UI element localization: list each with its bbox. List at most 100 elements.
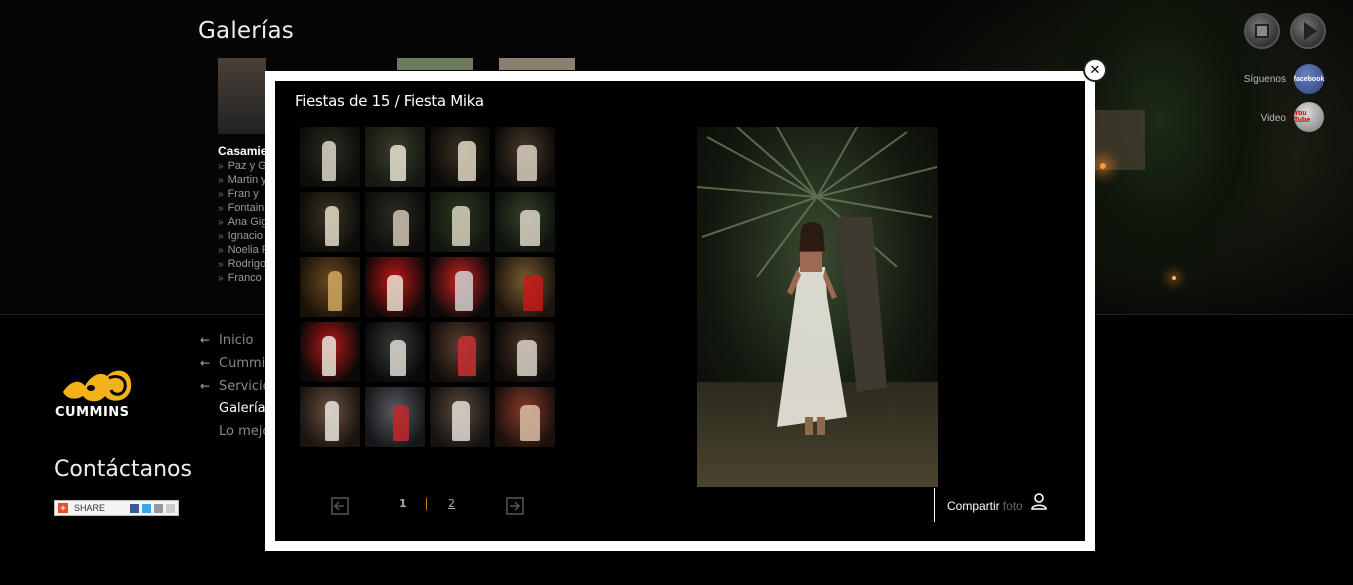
- category-item-label: Ignacio: [227, 230, 264, 242]
- thumbnail-figure: [523, 275, 543, 311]
- double-arrow-icon: »: [218, 259, 224, 270]
- nav-item-lo-mejor[interactable]: Lo mejo: [200, 422, 271, 445]
- play-icon: [1303, 22, 1317, 40]
- nav-item-label: Lo mejo: [219, 424, 271, 439]
- gallery-thumbnail[interactable]: [430, 257, 490, 317]
- stop-button[interactable]: [1244, 13, 1280, 49]
- video-label: Video: [1260, 113, 1286, 124]
- share-divider: [934, 488, 935, 522]
- thumbnail-figure: [458, 141, 476, 181]
- gallery-thumbnail[interactable]: [300, 257, 360, 317]
- category-item-label: Paz y G: [227, 160, 267, 172]
- gallery-thumbnail[interactable]: [430, 322, 490, 382]
- nav-item-cummins[interactable]: ← Cummi: [200, 353, 271, 376]
- category-item[interactable]: » Ignacio: [218, 229, 269, 243]
- thumbnail-figure: [390, 340, 406, 376]
- double-arrow-icon: »: [218, 189, 224, 200]
- gallery-thumbnail[interactable]: [430, 192, 490, 252]
- thumbnail-figure: [393, 210, 409, 246]
- double-arrow-icon: »: [218, 273, 224, 284]
- facebook-icon[interactable]: facebook: [1294, 64, 1324, 94]
- thumbnail-figure: [390, 145, 406, 181]
- nav-item-label: Galería: [219, 401, 266, 416]
- share-label: SHARE: [74, 503, 106, 513]
- play-button[interactable]: [1290, 13, 1326, 49]
- youtube-icon-text: You Tube: [1294, 110, 1311, 124]
- gallery-thumbnail[interactable]: [300, 322, 360, 382]
- gallery-thumbnail[interactable]: [300, 387, 360, 447]
- prev-page-icon[interactable]: [331, 497, 349, 515]
- page-current: 1: [399, 497, 407, 510]
- category-item-label: Martin y: [227, 174, 267, 186]
- thumbnail-figure: [325, 401, 339, 441]
- thumbnail-figure: [517, 340, 537, 376]
- thumbnail-figure: [452, 401, 470, 441]
- stop-icon: [1255, 24, 1269, 38]
- gallery-thumbnail[interactable]: [495, 127, 555, 187]
- category-item-label: Fontain: [227, 202, 265, 214]
- youtube-icon[interactable]: You Tube: [1294, 102, 1324, 132]
- gallery-thumbnail[interactable]: [430, 387, 490, 447]
- thumbnail-figure: [458, 336, 476, 376]
- gallery-thumbnail[interactable]: [495, 257, 555, 317]
- arrow-left-icon: ←: [200, 356, 211, 370]
- gallery-thumbnail[interactable]: [495, 192, 555, 252]
- gallery-thumb[interactable]: [218, 58, 266, 134]
- category-list: » Paz y G » Martin y » Fran y » Fontain » Ana…: [218, 159, 269, 285]
- nav-item-galeria[interactable]: Galería: [200, 399, 271, 422]
- category-item-label: Noelia F: [227, 244, 269, 256]
- gallery-thumb[interactable]: [397, 58, 473, 70]
- arrow-left-icon: ←: [200, 333, 211, 347]
- share-photo-button[interactable]: Compartir foto: [947, 499, 1023, 513]
- plus-icon: +: [58, 503, 68, 513]
- gallery-thumbnail[interactable]: [430, 127, 490, 187]
- gallery-thumbnail[interactable]: [365, 257, 425, 317]
- category-item[interactable]: » Fontain: [218, 201, 269, 215]
- arrow-left-icon: ←: [200, 379, 211, 393]
- main-photo: [697, 127, 938, 487]
- thumbnail-figure: [325, 206, 339, 246]
- thumbnail-figure: [520, 405, 540, 441]
- category-item[interactable]: » Noelia F: [218, 243, 269, 257]
- nav-item-label: Servicio: [219, 379, 271, 394]
- category-item[interactable]: » Ana Gig: [218, 215, 269, 229]
- page-link[interactable]: 2: [448, 497, 455, 510]
- thumbnail-figure: [393, 405, 409, 441]
- person-icon[interactable]: [1030, 492, 1048, 510]
- nav-item-inicio[interactable]: ← Inicio: [200, 330, 271, 353]
- category-item[interactable]: » Fran y: [218, 187, 269, 201]
- gallery-thumbnail[interactable]: [365, 322, 425, 382]
- contact-heading[interactable]: Contáctanos: [54, 457, 192, 482]
- gallery-thumb[interactable]: [499, 58, 575, 70]
- hero-wall: [1095, 110, 1145, 170]
- double-arrow-icon: »: [218, 217, 224, 228]
- gallery-thumbnail[interactable]: [365, 127, 425, 187]
- site-nav: ← Inicio ← Cummi ← Servicio Galería Lo mejo: [200, 330, 271, 445]
- thumbnail-figure: [520, 210, 540, 246]
- double-arrow-icon: »: [218, 175, 224, 186]
- gallery-thumbnail[interactable]: [300, 192, 360, 252]
- next-page-icon[interactable]: [506, 497, 524, 515]
- close-button[interactable]: ✕: [1083, 58, 1107, 82]
- nav-item-servicios[interactable]: ← Servicio: [200, 376, 271, 399]
- share-button[interactable]: + SHARE: [54, 500, 179, 516]
- category-item[interactable]: » Martin y: [218, 173, 269, 187]
- thumbnail-figure: [455, 271, 473, 311]
- share-photo-label-dim: foto: [1002, 499, 1023, 513]
- lamp-light: [1172, 276, 1176, 280]
- gallery-thumbnail[interactable]: [495, 387, 555, 447]
- thumbnail-figure: [517, 145, 537, 181]
- nav-item-label: Cummi: [219, 356, 266, 371]
- category-heading[interactable]: Casamie: [218, 144, 267, 158]
- category-item-label: Ana Gig: [227, 216, 268, 228]
- category-item[interactable]: » Paz y G: [218, 159, 269, 173]
- gallery-thumbnail[interactable]: [365, 387, 425, 447]
- more-icon: [166, 503, 175, 513]
- facebook-icon-text: facebook: [1293, 75, 1325, 83]
- category-item[interactable]: » Rodrigo: [218, 257, 269, 271]
- category-item[interactable]: » Franco: [218, 271, 269, 285]
- gallery-thumbnail[interactable]: [300, 127, 360, 187]
- email-mini-icon: [154, 503, 163, 513]
- gallery-thumbnail[interactable]: [495, 322, 555, 382]
- gallery-thumbnail[interactable]: [365, 192, 425, 252]
